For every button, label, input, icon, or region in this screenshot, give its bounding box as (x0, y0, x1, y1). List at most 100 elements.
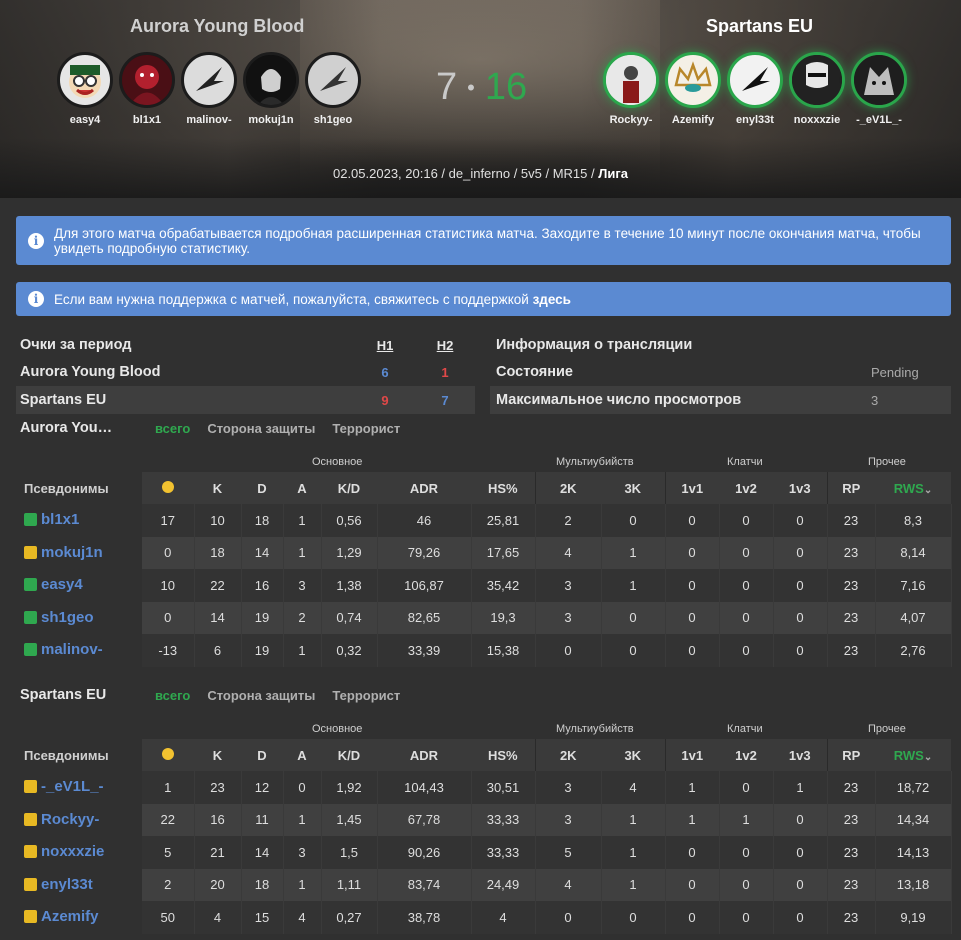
col-nick[interactable]: Псевдонимы (16, 739, 142, 771)
player-nick[interactable]: enyl33t (736, 114, 774, 126)
support-link[interactable]: здесь (533, 292, 571, 307)
player-avatar-mokuj1n[interactable]: mokuj1n (240, 52, 302, 126)
player-nick[interactable]: Rockyy- (610, 114, 653, 126)
table-row: -_eV1L_- 1 23 12 0 1,92 104,43 30,51 3 4 1 0 1 23 18,7… (16, 771, 952, 804)
player-avatar-sh1geo[interactable]: sh1geo (302, 52, 364, 126)
player-link[interactable]: -_eV1L_- (24, 778, 104, 795)
player-avatar-evil[interactable]: -_eV1L_- (848, 52, 910, 126)
player-nick[interactable]: -_eV1L_- (856, 114, 902, 126)
col-2k[interactable]: 2K (534, 472, 601, 504)
stat-rp: 23 (826, 901, 876, 934)
avatar[interactable] (57, 52, 113, 108)
col-d[interactable]: D (241, 739, 283, 771)
player-avatar-azemify[interactable]: Azemify (662, 52, 724, 126)
col-a[interactable]: A (283, 739, 321, 771)
player-link[interactable]: sh1geo (24, 609, 94, 626)
tab-t-side[interactable]: Террорист (332, 421, 400, 436)
stat-d: 12 (241, 771, 284, 804)
col-nick[interactable]: Псевдонимы (16, 472, 142, 504)
stat-k: 14 (194, 601, 242, 634)
player-avatar-bl1x1[interactable]: bl1x1 (116, 52, 178, 126)
table-row: malinov- -13 6 19 1 0,32 33,39 15,38 0 0 0 0 0 23 2,76 (16, 634, 952, 667)
player-link[interactable]: Rockyy- (24, 811, 99, 828)
team2-stats: Spartans EU всего Сторона защиты Террори… (16, 683, 952, 934)
tab-t-side[interactable]: Террорист (332, 688, 400, 703)
col-1v2[interactable]: 1v2 (719, 739, 773, 771)
col-kd[interactable]: K/D (321, 739, 377, 771)
col-adr[interactable]: ADR (377, 472, 471, 504)
avatar[interactable] (789, 52, 845, 108)
player-nick[interactable]: Azemify (672, 114, 714, 126)
col-k[interactable]: K (194, 472, 241, 504)
col-3k[interactable]: 3K (601, 472, 665, 504)
player-avatar-malinov[interactable]: malinov- (178, 52, 240, 126)
player-nick: bl1x1 (41, 511, 80, 529)
col-smiley[interactable] (142, 739, 194, 771)
col-3k[interactable]: 3K (601, 739, 665, 771)
player-link[interactable]: malinov- (24, 641, 103, 658)
col-hs[interactable]: HS% (471, 739, 535, 771)
col-1v1[interactable]: 1v1 (664, 739, 719, 771)
stat-a: 0 (283, 771, 322, 804)
player-nick[interactable]: sh1geo (314, 114, 353, 126)
col-1v3[interactable]: 1v3 (773, 739, 827, 771)
player-nick[interactable]: easy4 (70, 114, 101, 126)
player-link[interactable]: mokuj1n (24, 544, 103, 561)
player-avatar-noxxxzie[interactable]: noxxxzie (786, 52, 848, 126)
col-kd[interactable]: K/D (321, 472, 377, 504)
team-left-name[interactable]: Aurora Young Blood (130, 16, 304, 37)
tab-all[interactable]: всего (155, 688, 190, 703)
stat-d: 14 (241, 536, 284, 569)
player-nick[interactable]: noxxxzie (794, 114, 840, 126)
stat-c1: 0 (664, 601, 720, 634)
stat-rp: 23 (826, 634, 876, 667)
player-link[interactable]: Azemify (24, 908, 99, 925)
player-cell: malinov- (16, 634, 142, 667)
period-h2: 7 (441, 392, 449, 408)
player-avatar-rockyy[interactable]: Rockyy- (600, 52, 662, 126)
player-nick[interactable]: mokuj1n (248, 114, 293, 126)
col-a[interactable]: A (283, 472, 321, 504)
player-link[interactable]: easy4 (24, 576, 83, 593)
col-d[interactable]: D (241, 472, 283, 504)
player-link[interactable]: bl1x1 (24, 511, 79, 528)
player-link[interactable]: enyl33t (24, 876, 93, 893)
match-type[interactable]: Лига (598, 166, 628, 181)
tab-ct-side[interactable]: Сторона защиты (207, 688, 315, 703)
avatar[interactable] (603, 52, 659, 108)
avatar[interactable] (119, 52, 175, 108)
player-nick: Azemify (41, 908, 99, 926)
avatar[interactable] (665, 52, 721, 108)
tab-ct-side[interactable]: Сторона защиты (207, 421, 315, 436)
tab-all[interactable]: всего (155, 421, 190, 436)
stat-k: 21 (194, 836, 242, 869)
col-1v3[interactable]: 1v3 (773, 472, 827, 504)
col-k[interactable]: K (194, 739, 241, 771)
player-nick[interactable]: bl1x1 (133, 114, 161, 126)
player-nick[interactable]: malinov- (186, 114, 231, 126)
avatar[interactable] (181, 52, 237, 108)
col-2k[interactable]: 2K (534, 739, 601, 771)
player-avatar-enyl33t[interactable]: enyl33t (724, 52, 786, 126)
col-1v2[interactable]: 1v2 (719, 472, 773, 504)
col-rws[interactable]: RWS⌄ (875, 739, 951, 771)
col-smiley[interactable] (142, 472, 194, 504)
col-adr[interactable]: ADR (377, 739, 471, 771)
stat-rws: 8,3 (875, 504, 952, 537)
team-right-name[interactable]: Spartans EU (706, 16, 813, 37)
stat-adr: 83,74 (377, 868, 472, 901)
col-rws[interactable]: RWS⌄ (875, 472, 951, 504)
player-avatar-easy4[interactable]: easy4 (54, 52, 116, 126)
avatar[interactable] (727, 52, 783, 108)
col-rp[interactable]: RP (826, 472, 875, 504)
col-hs[interactable]: HS% (471, 472, 535, 504)
avatar[interactable] (243, 52, 299, 108)
avatar[interactable] (851, 52, 907, 108)
player-cell: -_eV1L_- (16, 771, 142, 804)
player-link[interactable]: noxxxzie (24, 843, 104, 860)
score-left: 7 (436, 66, 458, 108)
stat-k3: 4 (601, 771, 666, 804)
col-rp[interactable]: RP (826, 739, 875, 771)
avatar[interactable] (305, 52, 361, 108)
col-1v1[interactable]: 1v1 (664, 472, 719, 504)
